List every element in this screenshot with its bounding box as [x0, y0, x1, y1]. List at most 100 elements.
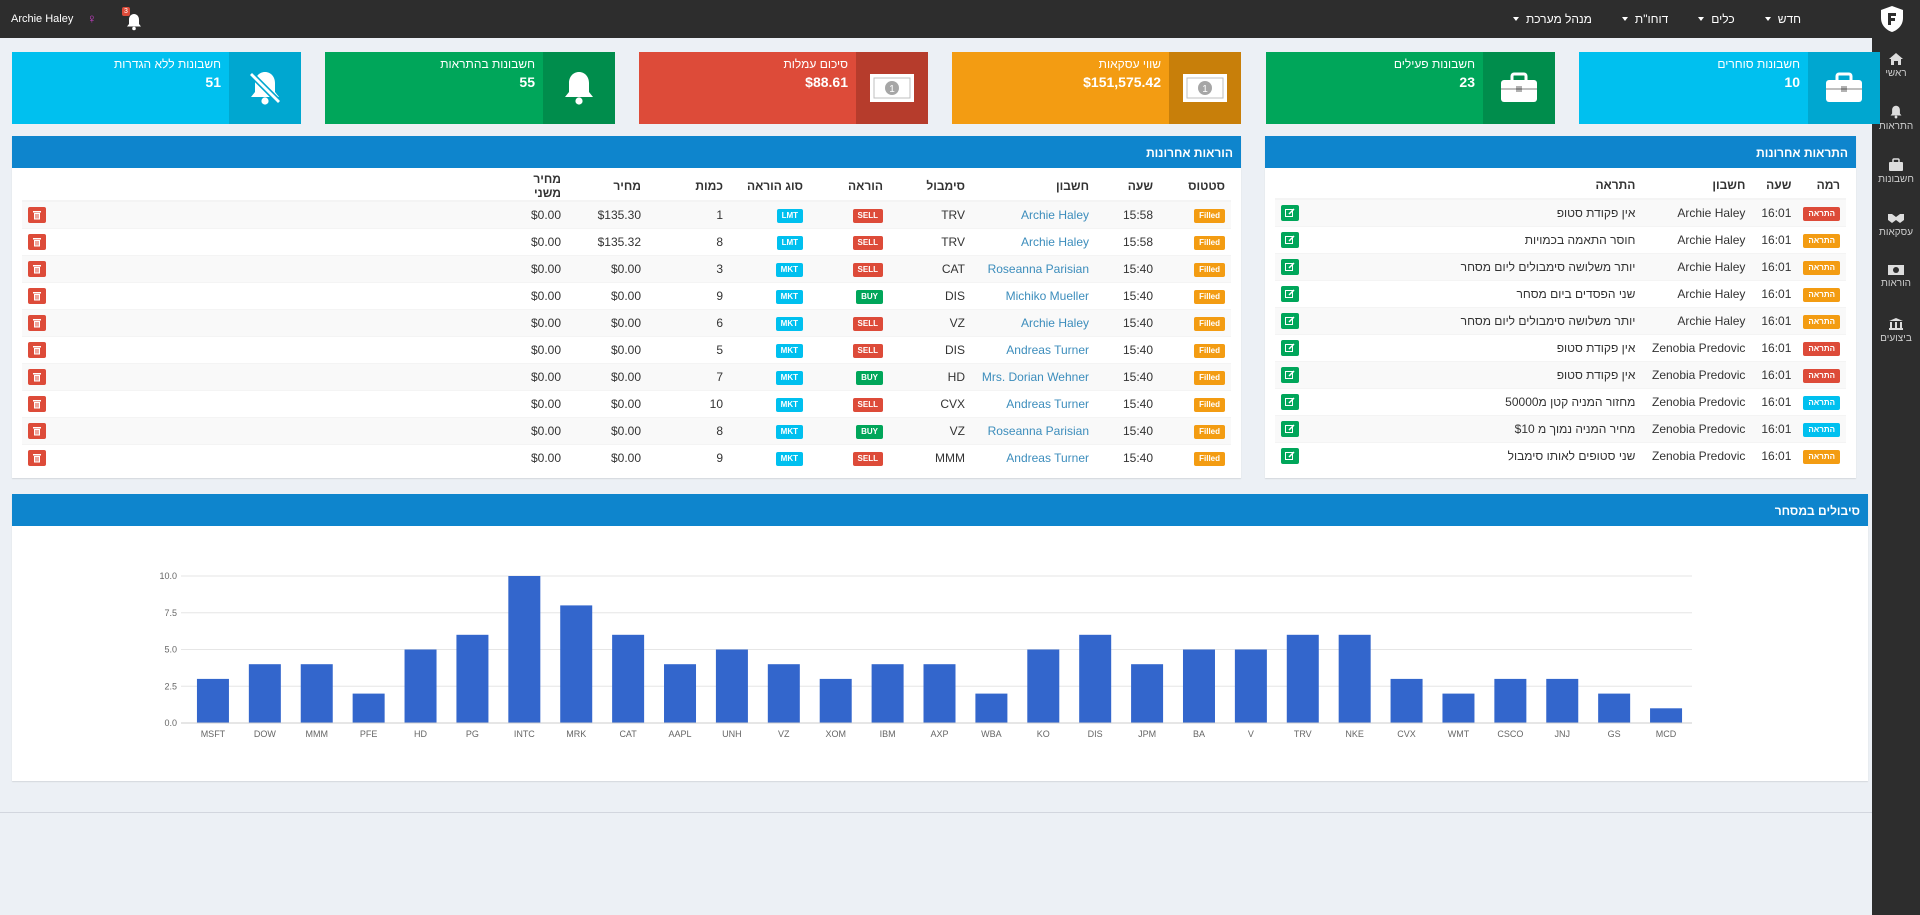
alert-row[interactable]: התראה 16:01 Archie Haley חוסר התאמה בכמויות: [1275, 225, 1846, 253]
menu-new[interactable]: חדש: [1750, 12, 1816, 26]
alert-row[interactable]: התראה 16:01 Archie Haley יותר משלושה סימבול…: [1275, 306, 1846, 334]
order-row[interactable]: Filled 15:40 Andreas Turner MMM SELL MKT 9 $0.0…: [22, 443, 1231, 471]
edit-alert-button[interactable]: [1281, 312, 1299, 329]
delete-order-button[interactable]: [28, 422, 46, 439]
bar-jnj[interactable]: [1546, 678, 1579, 723]
bar-jpm[interactable]: [1131, 664, 1164, 723]
sidebar-item-orders[interactable]: הוראות: [1872, 264, 1920, 289]
bar-pg[interactable]: [456, 634, 489, 723]
order-row[interactable]: Filled 15:40 Roseanna Parisian CAT SELL MKT 3 $…: [22, 254, 1231, 282]
edit-alert-button[interactable]: [1281, 447, 1299, 464]
order-account-link[interactable]: Michiko Mueller: [1006, 289, 1089, 303]
bar-pfe[interactable]: [352, 693, 385, 723]
column-header-alert[interactable]: התראה: [1311, 172, 1642, 200]
order-row[interactable]: Filled 15:40 Archie Haley VZ SELL MKT 6 $0.00 $0…: [22, 308, 1231, 336]
bar-mcd[interactable]: [1650, 708, 1683, 723]
order-account-link[interactable]: Roseanna Parisian: [988, 262, 1089, 276]
order-row[interactable]: Filled 15:58 Archie Haley TRV SELL LMT 8 $135.3…: [22, 227, 1231, 255]
order-row[interactable]: Filled 15:58 Archie Haley TRV SELL LMT 1 $135.3…: [22, 200, 1231, 228]
bar-hd[interactable]: [404, 649, 437, 724]
column-header-order-type[interactable]: סוג הוראה: [729, 172, 809, 202]
order-row[interactable]: Filled 15:40 Mrs. Dorian Wehner HD BUY MKT 7 $0…: [22, 362, 1231, 390]
delete-order-button[interactable]: [28, 287, 46, 304]
bar-ko[interactable]: [1027, 649, 1060, 724]
order-account-link[interactable]: Mrs. Dorian Wehner: [982, 370, 1089, 384]
edit-alert-button[interactable]: [1281, 258, 1299, 275]
bar-vz[interactable]: [767, 664, 800, 723]
order-account-link[interactable]: Roseanna Parisian: [988, 424, 1089, 438]
column-header-quantity[interactable]: כמות: [647, 172, 729, 202]
sidebar-item-accounts[interactable]: חשבונות: [1872, 158, 1920, 185]
order-account-link[interactable]: Archie Haley: [1021, 235, 1089, 249]
edit-alert-button[interactable]: [1281, 339, 1299, 356]
delete-order-button[interactable]: [28, 233, 46, 250]
bar-ba[interactable]: [1182, 649, 1215, 724]
delete-order-button[interactable]: [28, 449, 46, 466]
alert-row[interactable]: התראה 16:01 Archie Haley שני הפסדים ביום מס…: [1275, 279, 1846, 307]
alert-row[interactable]: התראה 16:01 Zenobia Predovic מחזור המניה קט…: [1275, 387, 1846, 415]
bar-intc[interactable]: [508, 576, 541, 723]
edit-alert-button[interactable]: [1281, 366, 1299, 383]
order-account-link[interactable]: Andreas Turner: [1006, 451, 1089, 465]
order-account-link[interactable]: Archie Haley: [1021, 316, 1089, 330]
order-account-link[interactable]: Andreas Turner: [1006, 343, 1089, 357]
bar-mrk[interactable]: [560, 605, 593, 723]
bar-unh[interactable]: [715, 649, 748, 724]
order-row[interactable]: Filled 15:40 Michiko Mueller DIS BUY MKT 9 $0.0…: [22, 281, 1231, 309]
order-row[interactable]: Filled 15:40 Andreas Turner CVX SELL MKT 10 $0.…: [22, 389, 1231, 417]
edit-alert-button[interactable]: [1281, 204, 1299, 221]
column-header-time[interactable]: שעה: [1095, 172, 1159, 202]
menu-reports[interactable]: דוחו"ת: [1607, 12, 1683, 26]
alert-row[interactable]: התראה 16:01 Zenobia Predovic אין פקודת סטופ: [1275, 360, 1846, 388]
bar-wba[interactable]: [975, 693, 1008, 723]
edit-alert-button[interactable]: [1281, 420, 1299, 437]
edit-alert-button[interactable]: [1281, 393, 1299, 410]
bar-ibm[interactable]: [871, 664, 904, 723]
app-logo-shield-icon[interactable]: [1877, 4, 1907, 34]
column-header-secondary-price[interactable]: מחיר משני: [497, 172, 567, 202]
bar-v[interactable]: [1234, 649, 1267, 724]
order-row[interactable]: Filled 15:40 Andreas Turner DIS SELL MKT 5 $0.0…: [22, 335, 1231, 363]
bar-aapl[interactable]: [664, 664, 697, 723]
order-account-link[interactable]: Andreas Turner: [1006, 397, 1089, 411]
notifications-bell-icon[interactable]: [126, 13, 142, 31]
order-row[interactable]: Filled 15:40 Roseanna Parisian VZ BUY MKT 8 $0.…: [22, 416, 1231, 444]
bar-nke[interactable]: [1338, 634, 1371, 723]
sidebar-item-performance[interactable]: ביצועים: [1872, 317, 1920, 344]
bar-mmm[interactable]: [300, 664, 333, 723]
alert-row[interactable]: התראה 16:01 Zenobia Predovic אין פקודת סטופ: [1275, 333, 1846, 361]
bar-axp[interactable]: [923, 664, 956, 723]
delete-order-button[interactable]: [28, 206, 46, 223]
alert-row[interactable]: התראה 16:01 Archie Haley אין פקודת סטופ: [1275, 198, 1846, 226]
bar-trv[interactable]: [1286, 634, 1319, 723]
delete-order-button[interactable]: [28, 314, 46, 331]
delete-order-button[interactable]: [28, 260, 46, 277]
bar-csco[interactable]: [1494, 678, 1527, 723]
order-account-link[interactable]: Archie Haley: [1021, 208, 1089, 222]
delete-order-button[interactable]: [28, 395, 46, 412]
bar-xom[interactable]: [819, 678, 852, 723]
bar-msft[interactable]: [196, 678, 229, 723]
column-header-account[interactable]: חשבון: [971, 172, 1095, 202]
bar-dis[interactable]: [1079, 634, 1112, 723]
bar-wmt[interactable]: [1442, 693, 1475, 723]
edit-alert-button[interactable]: [1281, 231, 1299, 248]
sidebar-item-deals[interactable]: עסקאות: [1872, 211, 1920, 238]
bar-dow[interactable]: [248, 664, 281, 723]
bar-cvx[interactable]: [1390, 678, 1423, 723]
delete-order-button[interactable]: [28, 341, 46, 358]
bar-gs[interactable]: [1598, 693, 1631, 723]
alert-row[interactable]: התראה 16:01 Archie Haley יותר משלושה סימבול…: [1275, 252, 1846, 280]
delete-order-button[interactable]: [28, 368, 46, 385]
column-header-account[interactable]: חשבון: [1641, 172, 1752, 200]
column-header-symbol[interactable]: סימבול: [889, 172, 971, 202]
edit-alert-button[interactable]: [1281, 285, 1299, 302]
current-user-name[interactable]: Archie Haley: [11, 13, 73, 25]
alert-row[interactable]: התראה 16:01 Zenobia Predovic מחיר המניה נמו…: [1275, 414, 1846, 442]
alert-row[interactable]: התראה 16:01 Zenobia Predovic שני סטופים לאו…: [1275, 441, 1846, 469]
column-header-level[interactable]: רמה: [1797, 172, 1846, 200]
menu-tools[interactable]: כלים: [1683, 12, 1749, 26]
column-header-price[interactable]: מחיר: [567, 172, 647, 202]
menu-admin[interactable]: מנהל מערכת: [1498, 12, 1607, 26]
column-header-side[interactable]: הוראה: [809, 172, 889, 202]
